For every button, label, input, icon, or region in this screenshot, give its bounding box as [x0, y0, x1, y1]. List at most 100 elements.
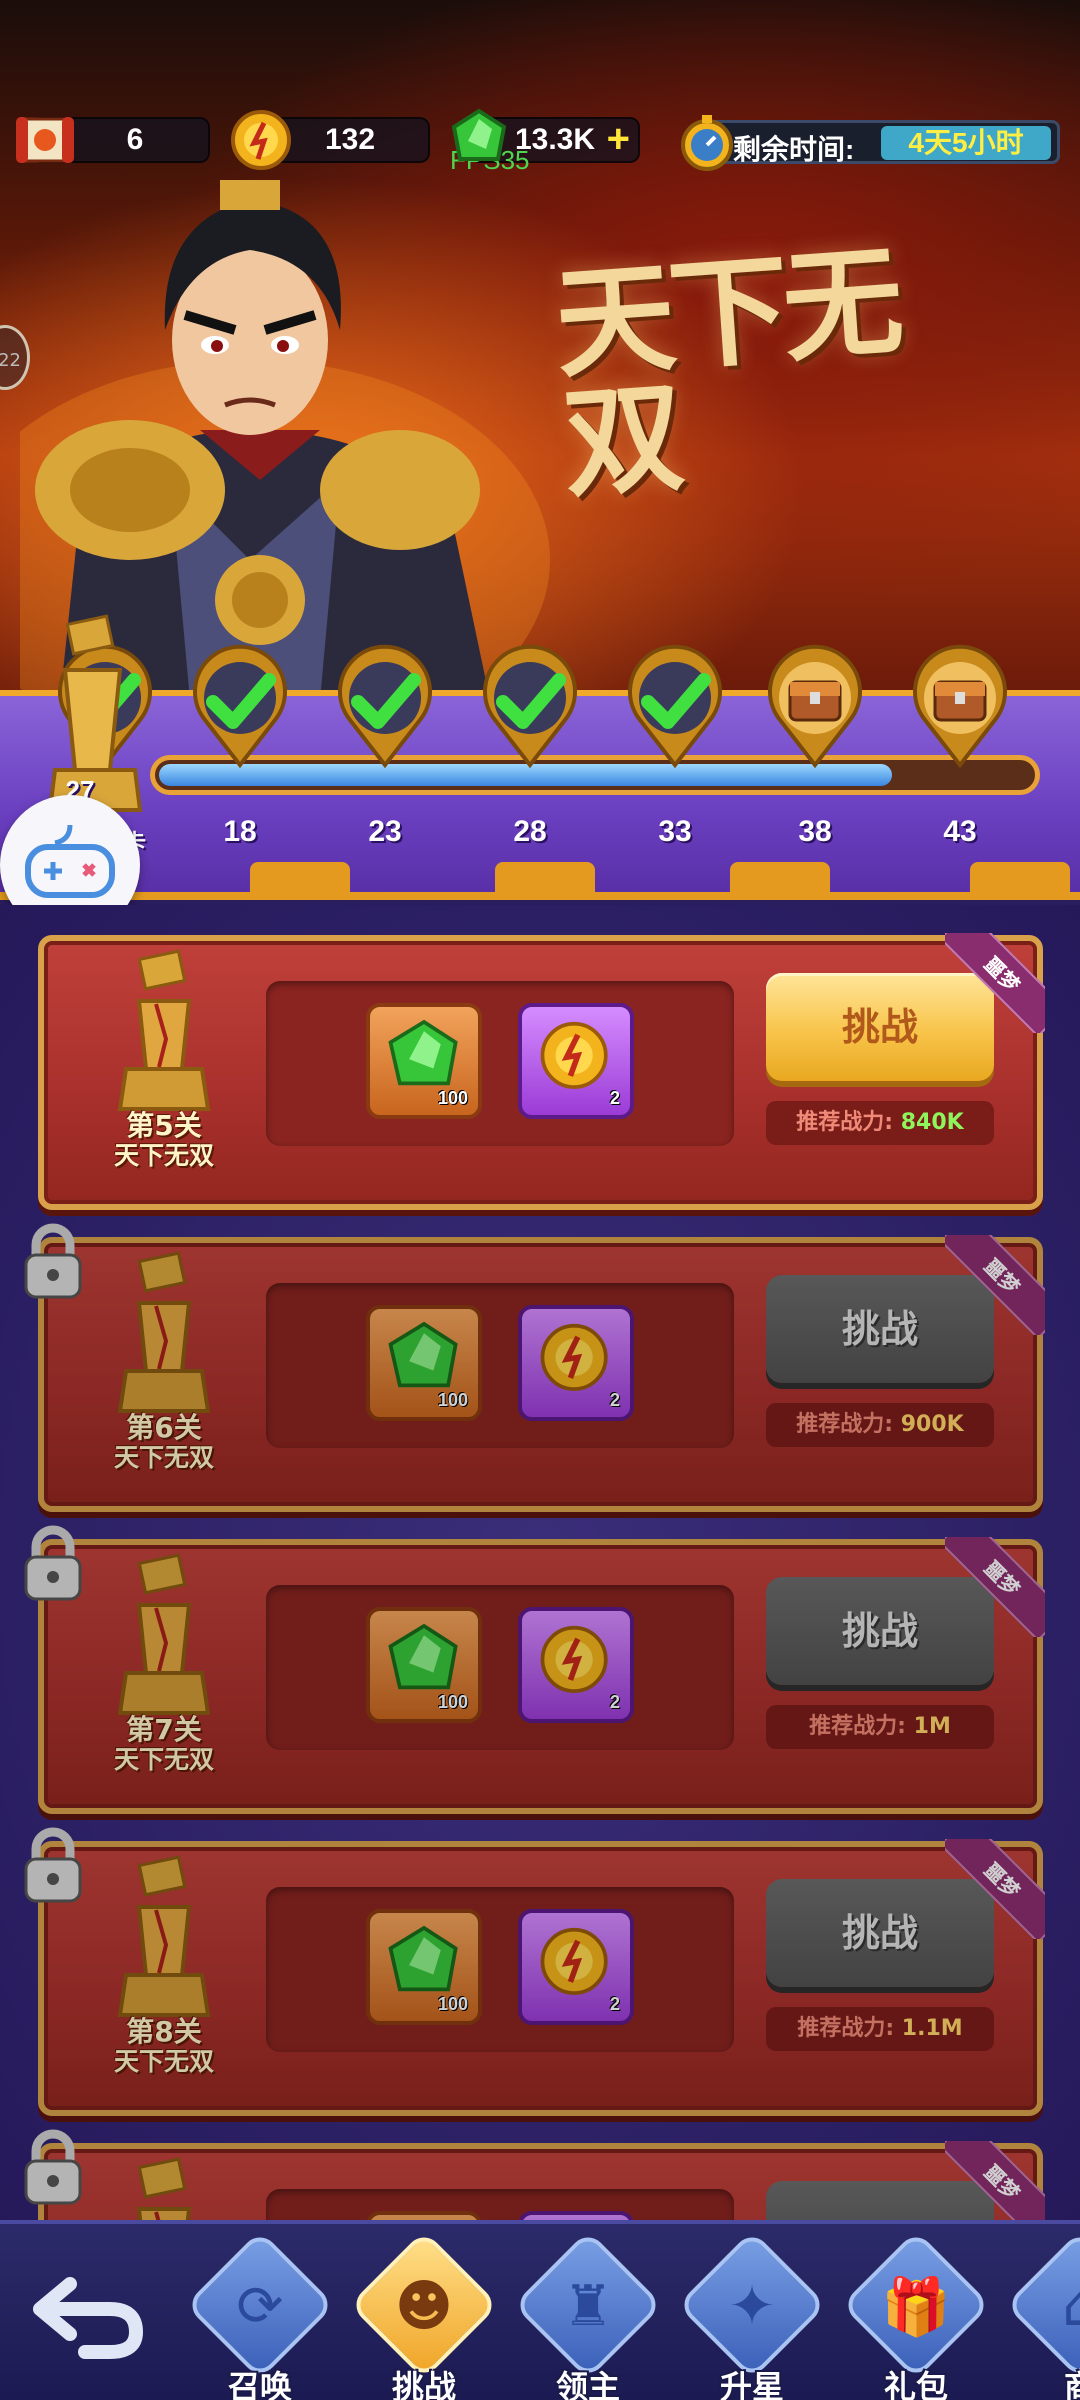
crest-icon: ♜: [562, 2274, 614, 2339]
chess-rook-icon: [117, 1553, 211, 1715]
difficulty-label: 噩梦: [945, 2141, 1045, 2225]
check-icon: [483, 644, 577, 769]
stage-number: 第8关: [126, 2015, 202, 2048]
reward-qty: 100: [437, 1390, 468, 1410]
nav-item-2[interactable]: ♜ 领主: [513, 2230, 663, 2400]
lock-icon: [24, 1223, 82, 1299]
recommended-power: 推荐战力: 1M: [766, 1705, 994, 1749]
difficulty-label: 噩梦: [945, 1235, 1045, 1335]
stage-number: 第7关: [126, 1713, 202, 1746]
difficulty-ribbon: 噩梦: [945, 2141, 1045, 2225]
recommended-power: 推荐战力: 900K: [766, 1403, 994, 1447]
power-label: 推荐战力:: [796, 1412, 894, 1437]
level-card: 第5关 天下无双 100 2 挑战 推荐战力: 840K 噩梦: [38, 933, 1045, 1210]
check-icon: [193, 644, 287, 769]
milestone-label: 23: [368, 815, 402, 848]
reward-qty: 2: [609, 1088, 620, 1108]
level-card: 第6关 天下无双 100 2 挑战 推荐战力: 900K 噩梦: [24, 1223, 1045, 1512]
summon-icon: ⟳: [236, 2274, 284, 2339]
power-label: 推荐战力:: [797, 2016, 895, 2041]
difficulty-label: 噩梦: [945, 1537, 1045, 1637]
reward-coin-slot[interactable]: 2: [518, 1607, 634, 1723]
stage-number: 第6关: [126, 1411, 202, 1444]
level-list[interactable]: 第5关 天下无双 100 2 挑战 推荐战力: 840K 噩梦 第6关 天下无双 100 2 挑战 推荐…: [0, 905, 1080, 2225]
reward-gem-slot[interactable]: 100: [366, 1909, 482, 2025]
reward-gem-slot[interactable]: 100: [366, 1003, 482, 1119]
stage-name: 第5关 天下无双: [84, 1109, 244, 1170]
milestone-claimed[interactable]: [185, 640, 295, 770]
reward-tray: 100 2: [266, 1585, 734, 1750]
chess-rook-icon: [117, 949, 211, 1111]
gift-icon: 🎁: [881, 2275, 951, 2340]
stage-title: 天下无双: [113, 1140, 214, 1170]
band-tab-decor: [250, 862, 350, 898]
reward-tray: 100 2: [266, 981, 734, 1146]
milestone-claimed[interactable]: [475, 640, 585, 770]
nav-label: 礼包: [883, 2368, 948, 2400]
chess-rook-icon: [117, 1855, 211, 2017]
nav-label: 领主: [555, 2368, 620, 2400]
milestone-label: 33: [658, 815, 692, 848]
nav-label: 商: [1063, 2368, 1080, 2400]
recommended-power: 推荐战力: 840K: [766, 1101, 994, 1145]
difficulty-label: 噩梦: [945, 933, 1045, 1033]
nav-item-4[interactable]: 🎁 礼包: [841, 2230, 991, 2400]
star-wings-icon: ✦: [728, 2274, 776, 2339]
check-icon: [338, 644, 432, 769]
reward-qty: 100: [437, 1994, 468, 2014]
shop-icon: ⌂: [1062, 2274, 1080, 2339]
power-value: 1.1M: [901, 2016, 963, 2041]
level-card: 第7关 天下无双 100 2 挑战 推荐战力: 1M 噩梦: [24, 1525, 1045, 1814]
band-tab-decor: [730, 862, 830, 898]
recommended-power: 推荐战力: 1.1M: [766, 2007, 994, 2051]
nav-item-0[interactable]: ⟳ 召唤: [185, 2230, 335, 2400]
stage-title: 天下无双: [113, 1442, 214, 1472]
timer-value: 4天5小时: [881, 126, 1051, 160]
event-timer: 剩余时间: 4天5小时: [681, 115, 1060, 171]
nav-label: 升星: [719, 2368, 784, 2400]
treasure-chest-icon: [913, 644, 1007, 769]
stage-title: 天下无双: [113, 2046, 214, 2076]
milestone-chest[interactable]: [760, 640, 870, 770]
stage-name: 第6关 天下无双: [84, 1411, 244, 1472]
stage-title: 天下无双: [113, 1744, 214, 1774]
reward-qty: 2: [609, 1390, 620, 1410]
reward-gem-slot[interactable]: 100: [366, 1607, 482, 1723]
back-button[interactable]: [30, 2264, 150, 2364]
lock-icon: [24, 1827, 82, 1903]
milestone-label: 38: [798, 815, 832, 848]
nav-label: 挑战: [391, 2368, 456, 2400]
difficulty-ribbon: 噩梦: [945, 933, 1045, 1033]
milestone-label: 43: [943, 815, 977, 848]
level-card: 第8关 天下无双 100 2 挑战 推荐战力: 1.1M 噩梦: [24, 1827, 1045, 2116]
add-gem-plus-icon[interactable]: +: [607, 117, 630, 162]
reward-coin-slot[interactable]: 2: [518, 1003, 634, 1119]
reward-coin-slot[interactable]: 2: [518, 1305, 634, 1421]
reward-tray: 100 2: [266, 1887, 734, 2052]
difficulty-label: 噩梦: [945, 1839, 1045, 1939]
chess-rook-icon: [136, 2157, 192, 2225]
nav-item-1[interactable]: ☻ 挑战: [349, 2230, 499, 2400]
stage-name: 第7关 天下无双: [84, 1713, 244, 1774]
milestone-label: 18: [223, 815, 257, 848]
reward-qty: 100: [437, 1692, 468, 1712]
chess-rook-icon: [117, 1251, 211, 1413]
nav-item-5[interactable]: ⌂ 商: [1005, 2230, 1080, 2400]
stage-name: 第8关 天下无双: [84, 2015, 244, 2076]
stage-number: 第5关: [126, 1109, 202, 1142]
milestone-claimed[interactable]: [330, 640, 440, 770]
difficulty-ribbon: 噩梦: [945, 1235, 1045, 1335]
scroll-icon: [16, 117, 74, 163]
reward-qty: 2: [609, 1692, 620, 1712]
milestone-chest[interactable]: [905, 640, 1015, 770]
nav-item-3[interactable]: ✦ 升星: [677, 2230, 827, 2400]
difficulty-ribbon: 噩梦: [945, 1839, 1045, 1939]
reward-coin-slot[interactable]: 2: [518, 1909, 634, 2025]
back-arrow-icon: [33, 2277, 144, 2359]
reward-gem-slot[interactable]: 100: [366, 1305, 482, 1421]
timer-label: 剩余时间:: [733, 134, 855, 165]
event-title-calligraphy: 天下无双: [550, 230, 902, 516]
milestone-claimed[interactable]: [620, 640, 730, 770]
stopwatch-icon: [681, 115, 733, 171]
power-value: 840K: [900, 1110, 964, 1135]
